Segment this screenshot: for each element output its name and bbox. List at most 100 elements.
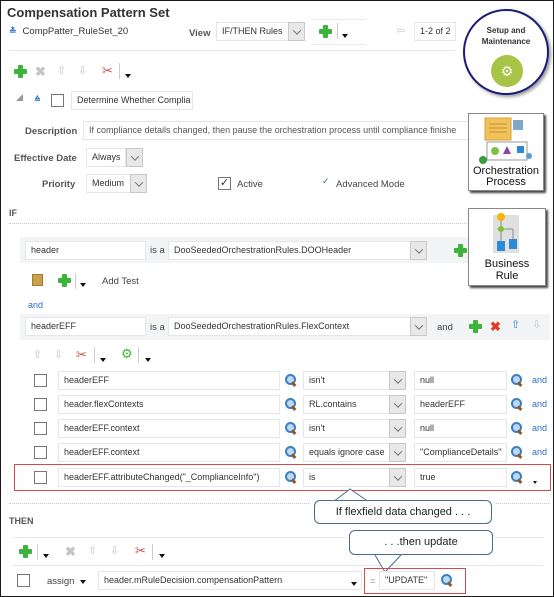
- add-menu-caret[interactable]: [342, 30, 348, 40]
- and-link[interactable]: and: [28, 300, 43, 310]
- search-icon[interactable]: [511, 374, 523, 386]
- cut-menu-caret[interactable]: [100, 354, 106, 364]
- view-select[interactable]: IF/THEN Rules: [216, 22, 291, 41]
- move-up-icon[interactable]: ⇧: [57, 65, 66, 78]
- pattern-type-dropdown[interactable]: [410, 317, 427, 336]
- test-operator-dropdown[interactable]: [389, 371, 406, 390]
- search-icon[interactable]: [285, 374, 297, 386]
- active-checkbox[interactable]: ✓: [218, 177, 231, 190]
- test-operator-select[interactable]: isn't: [303, 371, 391, 390]
- search-icon[interactable]: [285, 398, 297, 410]
- search-icon[interactable]: [511, 446, 523, 458]
- search-icon[interactable]: [441, 574, 453, 586]
- search-icon[interactable]: [511, 398, 523, 410]
- search-icon[interactable]: [285, 422, 297, 434]
- collapse-icon[interactable]: ≛: [9, 26, 17, 37]
- add-action-icon[interactable]: [19, 545, 32, 558]
- test-and-link[interactable]: and: [532, 423, 547, 433]
- move-down-icon[interactable]: ⇩: [110, 545, 119, 558]
- then-heading: THEN: [9, 516, 34, 526]
- chevron-down-icon: [393, 374, 402, 384]
- effective-date-label: Effective Date: [14, 153, 77, 164]
- expand-triangle-icon[interactable]: [16, 94, 23, 101]
- add-rule-icon[interactable]: [319, 25, 332, 38]
- action-type-select[interactable]: assign: [47, 576, 87, 587]
- cut-icon[interactable]: ✂: [102, 63, 113, 79]
- pattern-variable-header[interactable]: header: [25, 241, 146, 260]
- add-action-caret[interactable]: [43, 550, 49, 560]
- test-checkbox[interactable]: [34, 422, 47, 435]
- callout-if-changed: If flexfield data changed . . .: [314, 500, 492, 524]
- pattern-type-select[interactable]: DooSeededOrchestrationRules.FlexContext: [168, 317, 413, 336]
- add-icon[interactable]: [469, 320, 482, 333]
- test-operator-dropdown[interactable]: [389, 419, 406, 438]
- gear-icon[interactable]: ⚙: [121, 346, 133, 362]
- test-and-link[interactable]: and: [532, 399, 547, 409]
- add-test-menu-caret[interactable]: [80, 279, 86, 289]
- test-operator-select[interactable]: equals ignore case: [303, 443, 391, 462]
- move-down-icon[interactable]: ⇩: [54, 349, 63, 362]
- search-icon[interactable]: [285, 446, 297, 458]
- delete-icon[interactable]: ✖: [65, 545, 76, 558]
- test-operator-select[interactable]: isn't: [303, 419, 391, 438]
- move-up-icon[interactable]: ⇧: [88, 545, 97, 558]
- test-checkbox[interactable]: [34, 446, 47, 459]
- assign-target-field[interactable]: header.mRuleDecision.compensationPattern: [98, 571, 362, 590]
- test-operator-select[interactable]: RL.contains: [303, 395, 391, 414]
- paste-icon[interactable]: [32, 274, 43, 286]
- cut-icon[interactable]: ✂: [135, 543, 146, 559]
- action-type-label: assign: [47, 576, 75, 587]
- delete-icon[interactable]: ✖: [35, 65, 46, 78]
- pattern-variable-headereff[interactable]: headerEFF: [25, 317, 146, 336]
- add-test-button[interactable]: Add Test: [102, 276, 139, 287]
- target-dropdown-caret[interactable]: [351, 578, 357, 588]
- test-left-operand[interactable]: headerEFF: [58, 371, 280, 390]
- search-icon[interactable]: [511, 422, 523, 434]
- test-and-link[interactable]: and: [532, 375, 547, 385]
- test-and-link[interactable]: and: [532, 447, 547, 457]
- cut-menu-caret[interactable]: [159, 550, 165, 560]
- move-up-icon[interactable]: ⇧: [511, 319, 520, 332]
- test-left-operand[interactable]: header.flexContexts: [58, 395, 280, 414]
- test-left-operand[interactable]: headerEFF.context: [58, 419, 280, 438]
- toolbar-menu-caret[interactable]: [125, 70, 131, 80]
- move-up-icon[interactable]: ⇧: [33, 349, 42, 362]
- description-field[interactable]: If compliance details changed, then paus…: [83, 121, 473, 140]
- priority-select[interactable]: Medium: [86, 174, 131, 193]
- pagination-select[interactable]: 1-2 of 2: [414, 22, 456, 41]
- rule-name-field[interactable]: Determine Whether Complia: [71, 91, 193, 110]
- add-test-icon[interactable]: [58, 274, 71, 287]
- effective-date-dropdown-button[interactable]: [126, 148, 143, 167]
- advanced-mode-label[interactable]: Advanced Mode: [336, 179, 405, 190]
- move-down-icon[interactable]: ⇩: [78, 65, 87, 78]
- assign-value-field[interactable]: "UPDATE": [379, 571, 435, 590]
- test-operator-dropdown[interactable]: [389, 395, 406, 414]
- rule-checkbox[interactable]: [51, 94, 64, 107]
- callout-then-update: . . .then update: [349, 530, 493, 555]
- pattern-type-dropdown[interactable]: [410, 241, 427, 260]
- test-right-operand[interactable]: null: [414, 419, 507, 438]
- delete-icon[interactable]: ✖: [490, 320, 501, 333]
- cut-icon[interactable]: ✂: [76, 347, 87, 363]
- add-icon[interactable]: [14, 65, 27, 78]
- collapse-rule-icon[interactable]: ≙: [34, 95, 41, 104]
- pattern-type-select[interactable]: DooSeededOrchestrationRules.DOOHeader: [168, 241, 413, 260]
- priority-dropdown-button[interactable]: [130, 174, 147, 193]
- gear-menu-caret[interactable]: [145, 354, 151, 364]
- test-checkbox[interactable]: [34, 398, 47, 411]
- move-down-icon[interactable]: ⇩: [532, 319, 541, 332]
- advanced-mode-check-icon[interactable]: ✓: [322, 176, 330, 187]
- test-right-operand[interactable]: headerEFF: [414, 395, 507, 414]
- test-operator-dropdown[interactable]: [389, 443, 406, 462]
- previous-arrow-icon[interactable]: ⇦: [396, 25, 405, 38]
- test-right-operand[interactable]: null: [414, 371, 507, 390]
- action-type-caret[interactable]: [80, 580, 87, 584]
- test-right-operand[interactable]: "ComplianceDetails": [414, 443, 507, 462]
- gears-icon: ⚙: [491, 55, 523, 87]
- test-checkbox[interactable]: [34, 374, 47, 387]
- test-left-operand[interactable]: headerEFF.context: [58, 443, 280, 462]
- effective-date-select[interactable]: Always: [86, 148, 126, 167]
- view-dropdown-button[interactable]: [288, 22, 305, 41]
- add-pattern-icon[interactable]: [454, 244, 467, 257]
- action-checkbox[interactable]: [17, 574, 30, 587]
